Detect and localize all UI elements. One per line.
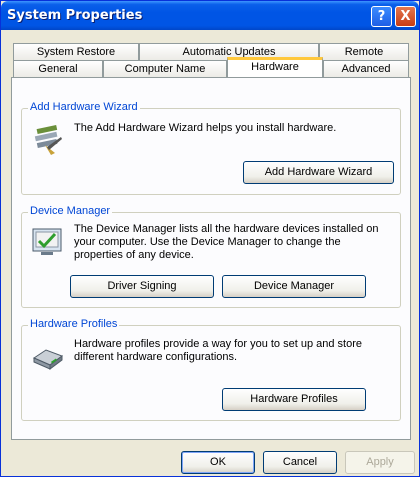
hardware-profiles-legend: Hardware Profiles [28,318,120,330]
driver-signing-button[interactable]: Driver Signing [70,275,214,298]
close-button[interactable]: X [395,6,416,27]
device-manager-button[interactable]: Device Manager [222,275,366,298]
tab-remote[interactable]: Remote [319,43,409,60]
cancel-button[interactable]: Cancel [263,451,337,474]
device-manager-legend: Device Manager [28,205,113,217]
add-hardware-wizard-button[interactable]: Add Hardware Wizard [243,161,394,184]
hardware-profiles-description: Hardware profiles provide a way for you … [74,338,362,363]
add-hardware-legend: Add Hardware Wizard [28,101,140,113]
hardware-profiles-button[interactable]: Hardware Profiles [222,388,366,411]
device-manager-group: Device Manager The Device Manager lists … [21,205,401,308]
tab-advanced[interactable]: Advanced [323,60,409,77]
device-manager-description: The Device Manager lists all the hardwar… [74,223,379,261]
tab-computer-name[interactable]: Computer Name [103,60,227,77]
add-hardware-group: Add Hardware Wizard The Add Hardware Wiz… [21,101,401,195]
add-hardware-wizard-icon [34,124,62,155]
add-hardware-description: The Add Hardware Wizard helps you instal… [74,122,337,134]
tab-hardware[interactable]: Hardware [227,57,323,77]
tab-general[interactable]: General [13,60,103,77]
help-button[interactable]: ? [371,6,392,27]
window-title: System Properties [7,8,143,23]
hardware-profiles-icon [32,349,64,370]
device-manager-icon [32,228,62,255]
tab-system-restore[interactable]: System Restore [13,43,139,60]
system-properties-window: System Properties ? X System Restore Aut… [0,0,420,477]
title-bar[interactable]: System Properties ? X [1,1,419,30]
apply-button[interactable]: Apply [345,451,415,474]
hardware-tab-panel: Add Hardware Wizard The Add Hardware Wiz… [11,77,411,440]
ok-button[interactable]: OK [181,451,255,474]
hardware-profiles-group: Hardware Profiles Hardware profiles prov… [21,318,401,421]
